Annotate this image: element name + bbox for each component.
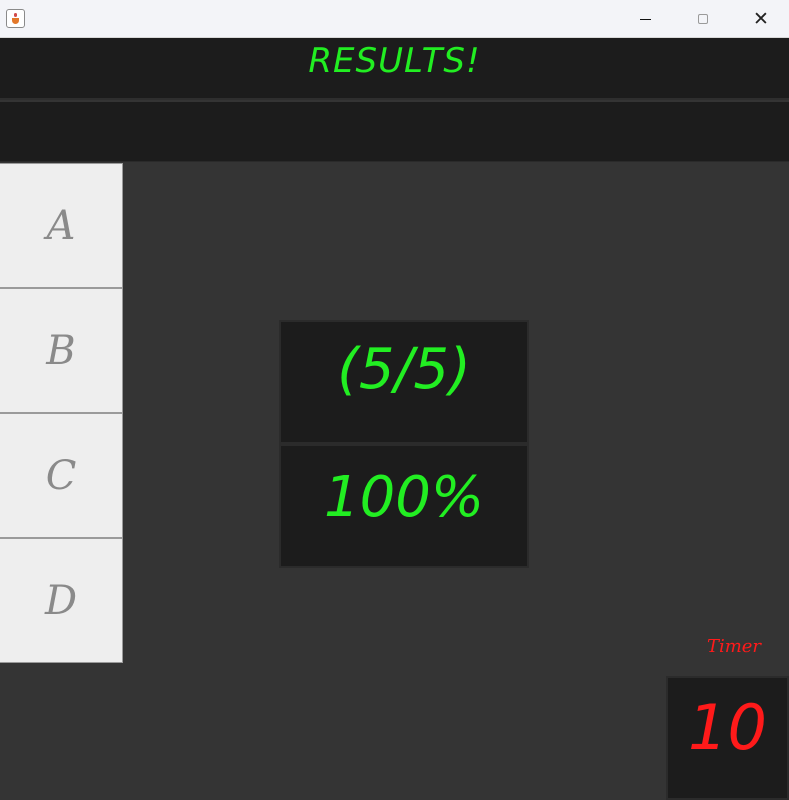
maximize-button[interactable]	[674, 0, 732, 38]
score-percent-panel: 100%	[279, 444, 529, 568]
answer-c-button[interactable]: C	[0, 413, 123, 538]
answer-a-button[interactable]: A	[0, 163, 123, 288]
timer-value: 10	[666, 676, 789, 800]
timer-label: Timer	[706, 636, 762, 657]
page-title: RESULTS!	[308, 41, 481, 81]
minimize-button[interactable]	[616, 0, 674, 38]
close-button[interactable]: ✕	[732, 0, 789, 38]
close-icon: ✕	[753, 7, 769, 30]
title-bar: ✕	[0, 0, 789, 38]
answer-d-button[interactable]: D	[0, 538, 123, 663]
answer-button-column: A B C D	[0, 163, 123, 663]
sub-header-bar	[0, 102, 789, 162]
header-bar: RESULTS!	[0, 38, 789, 100]
answer-b-button[interactable]: B	[0, 288, 123, 413]
java-app-icon	[6, 9, 25, 28]
score-fraction-panel: (5/5)	[279, 320, 529, 444]
maximize-icon	[698, 14, 708, 24]
app-window: ✕ RESULTS! A B C D (5/5) 100% Timer 10	[0, 0, 789, 800]
minimize-icon	[639, 18, 651, 20]
